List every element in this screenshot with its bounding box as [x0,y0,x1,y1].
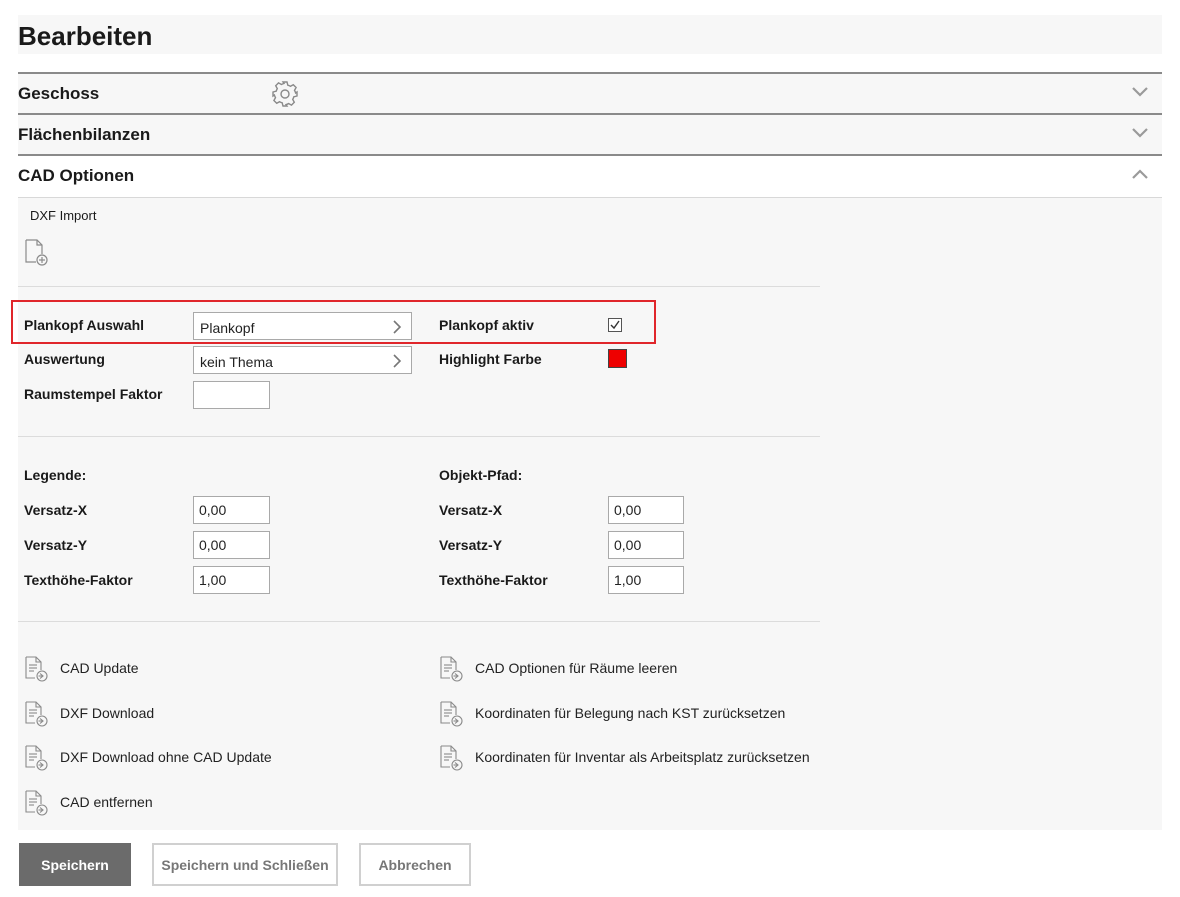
action-label: CAD Optionen für Räume leeren [475,660,678,676]
objekt-versatz-y-label: Versatz-Y [439,537,503,553]
chevron-down-icon[interactable] [1130,82,1150,102]
accordion-cad-optionen[interactable]: CAD Optionen [18,154,1162,195]
legende-versatz-x-input[interactable] [193,496,270,524]
action-label: DXF Download ohne CAD Update [60,749,272,765]
file-arrow-icon [25,701,48,727]
legende-texthoehe-input[interactable] [193,566,270,594]
legende-versatz-y-input[interactable] [193,531,270,559]
accordion-flaechenbilanzen[interactable]: Flächenbilanzen [18,113,1162,154]
action-label: CAD entfernen [60,794,153,810]
chevron-down-icon[interactable] [1130,123,1150,143]
accordion-geschoss[interactable]: Geschoss [18,72,1162,113]
cancel-button[interactable]: Abbrechen [359,843,471,886]
legende-versatz-y-label: Versatz-Y [24,537,88,553]
file-arrow-icon [440,701,463,727]
highlight-farbe-label: Highlight Farbe [439,351,542,367]
objekt-versatz-x-input[interactable] [608,496,684,524]
chevron-right-icon [393,354,402,368]
dxf-import-label: DXF Import [30,208,97,223]
accordion-title: Geschoss [18,84,100,103]
page-title: Bearbeiten [18,21,153,51]
file-arrow-icon [25,790,48,816]
divider [18,621,820,622]
divider [18,436,820,437]
legende-texthoehe-label: Texthöhe-Faktor [24,572,133,588]
action-label: Koordinaten für Inventar als Arbeitsplat… [475,749,810,765]
legende-heading: Legende: [24,467,87,483]
file-arrow-icon [25,656,48,682]
objekt-versatz-y-input[interactable] [608,531,684,559]
raumstempel-input[interactable] [193,381,270,409]
raumstempel-label: Raumstempel Faktor [24,386,163,402]
objekt-versatz-x-label: Versatz-X [439,502,503,518]
legende-versatz-x-label: Versatz-X [24,502,88,518]
chevron-up-icon[interactable] [1130,164,1150,184]
auswertung-select[interactable]: kein Thema [193,346,412,374]
save-and-close-button[interactable]: Speichern und Schließen [152,843,338,886]
file-arrow-icon [25,745,48,771]
action-label: Koordinaten für Belegung nach KST zurück… [475,705,786,721]
save-button[interactable]: Speichern [19,843,131,886]
file-arrow-icon [440,745,463,771]
highlight-color-swatch[interactable] [608,349,627,368]
gear-icon[interactable] [271,80,299,108]
accordion-title: Flächenbilanzen [18,125,151,144]
auswertung-select-value: kein Thema [200,354,273,370]
accordion-title: CAD Optionen [18,166,135,185]
page-header: Bearbeiten [18,15,1162,54]
action-label: DXF Download [60,705,155,721]
cad-options-panel: DXF Import Plankopf Auswahl Plankopf Pla… [18,197,1162,830]
file-arrow-icon [440,656,463,682]
action-label: CAD Update [60,660,139,676]
objekt-texthoehe-input[interactable] [608,566,684,594]
highlight-box [11,300,656,344]
divider [18,286,820,287]
file-add-icon[interactable] [24,239,50,267]
objekt-pfad-heading: Objekt-Pfad: [439,467,523,483]
objekt-texthoehe-label: Texthöhe-Faktor [439,572,548,588]
auswertung-label: Auswertung [24,351,105,367]
